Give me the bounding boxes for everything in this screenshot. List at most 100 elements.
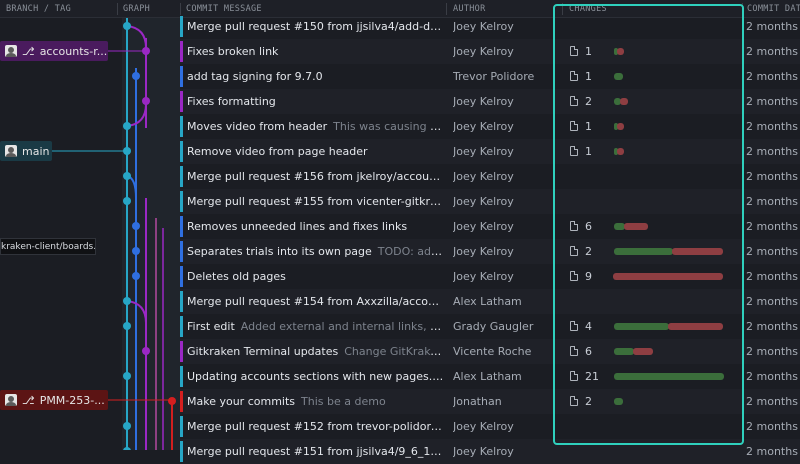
- commit-node: [123, 322, 131, 330]
- table-row[interactable]: Separates trials into its own page TODO: …: [180, 239, 800, 264]
- commit-author: Trevor Polidore: [453, 70, 535, 83]
- commit-date: 2 months a: [746, 245, 800, 258]
- branch-name: main: [22, 144, 50, 158]
- table-row[interactable]: Make your commits This be a demo Jonathan 2…: [180, 389, 800, 414]
- deletions-bar: [617, 123, 624, 130]
- commit-author: Joey Kelroy: [453, 120, 514, 133]
- commit-summary: Deletes old pages: [187, 270, 286, 283]
- commit-author: Joey Kelroy: [453, 145, 514, 158]
- commit-author: Joey Kelroy: [453, 220, 514, 233]
- table-row[interactable]: add tag signing for 9.7.0 Trevor Polidore…: [180, 64, 800, 89]
- changed-file-count: 1: [585, 45, 592, 58]
- file-path-tooltip: kraken-client/boards.md: [0, 238, 96, 255]
- commit-node: [123, 122, 131, 130]
- commit-author: Joey Kelroy: [453, 20, 514, 33]
- commit-author: Joey Kelroy: [453, 170, 514, 183]
- commit-description: This be a demo: [301, 395, 386, 408]
- file-icon: [570, 121, 578, 131]
- additions-bar: [614, 248, 674, 255]
- commit-message-header[interactable]: COMMIT MESSAGE: [186, 4, 262, 14]
- avatar: [5, 145, 17, 157]
- lane-color-bar: [180, 241, 183, 262]
- table-row[interactable]: Moves video from header This was causing …: [180, 114, 800, 139]
- commit-author: Jonathan: [453, 395, 502, 408]
- table-row[interactable]: Fixes formatting Joey Kelroy 2 2 months a: [180, 89, 800, 114]
- commit-node: [142, 97, 150, 105]
- commit-node: [142, 347, 150, 355]
- table-row[interactable]: Merge pull request #155 from vicenter-gi…: [180, 189, 800, 214]
- changes-header[interactable]: CHANGES: [569, 4, 607, 14]
- commit-date: 2 months a: [746, 395, 800, 408]
- table-row[interactable]: Updating accounts sections with new page…: [180, 364, 800, 389]
- table-row[interactable]: Removes unneeded lines and fixes links Jo…: [180, 214, 800, 239]
- branch-label-accounts[interactable]: ⎇ accounts-r...: [0, 41, 108, 61]
- table-row[interactable]: Merge pull request #154 from Axxzilla/ac…: [180, 289, 800, 314]
- branch-name: accounts-r...: [39, 44, 108, 58]
- additions-bar: [614, 373, 724, 380]
- branch-label-pmm[interactable]: ⎇ PMM-253-...: [0, 390, 108, 410]
- additions-bar: [614, 398, 623, 405]
- deletions-bar: [672, 248, 723, 255]
- additions-bar: [614, 73, 623, 80]
- table-row[interactable]: Gitkraken Terminal updates Change GitKrak…: [180, 339, 800, 364]
- pull-request-icon: ⎇: [22, 393, 35, 407]
- changed-file-count: 1: [585, 145, 592, 158]
- graph-background: [122, 18, 180, 450]
- deletions-bar: [668, 323, 723, 330]
- commit-author: Joey Kelroy: [453, 245, 514, 258]
- table-row[interactable]: Merge pull request #152 from trevor-poli…: [180, 414, 800, 439]
- column-divider[interactable]: [117, 3, 118, 15]
- graph-header[interactable]: GRAPH: [123, 4, 150, 14]
- commit-date-header[interactable]: COMMIT DATE: [747, 4, 800, 14]
- commit-author: Joey Kelroy: [453, 420, 514, 433]
- table-row[interactable]: Fixes broken link Joey Kelroy 1 2 months a: [180, 39, 800, 64]
- lane-color-bar: [180, 416, 183, 437]
- commit-summary: Merge pull request #154 from Axxzilla/ac…: [187, 295, 444, 308]
- commit-date: 2 months a: [746, 270, 800, 283]
- avatar: [5, 45, 17, 57]
- commit-message: Remove video from page header: [187, 145, 444, 158]
- commit-summary: Fixes broken link: [187, 45, 279, 58]
- commit-node: [123, 172, 131, 180]
- commit-summary: Merge pull request #151 from jjsilva4/9_…: [187, 445, 444, 458]
- deletions-bar: [619, 98, 629, 105]
- file-icon: [570, 221, 578, 231]
- table-row[interactable]: First edit Added external and internal li…: [180, 314, 800, 339]
- table-row[interactable]: Deletes old pages Joey Kelroy 9 2 months a: [180, 264, 800, 289]
- commit-node: [123, 147, 131, 155]
- commit-date: 2 months a: [746, 370, 800, 383]
- commit-node: [123, 422, 131, 430]
- commit-summary: Gitkraken Terminal updates: [187, 345, 339, 358]
- author-header[interactable]: AUTHOR: [453, 4, 486, 14]
- commit-summary: Merge pull request #155 from vicenter-gi…: [187, 195, 444, 208]
- table-row[interactable]: Remove video from page header Joey Kelroy…: [180, 139, 800, 164]
- lane-color-bar: [180, 441, 183, 462]
- table-row[interactable]: Merge pull request #151 from jjsilva4/9_…: [180, 439, 800, 464]
- branch-label-main[interactable]: main: [0, 141, 52, 161]
- commit-author: Vicente Roche: [453, 345, 532, 358]
- commit-date: 2 months a: [746, 345, 800, 358]
- commit-author: Joey Kelroy: [453, 195, 514, 208]
- lane-color-bar: [180, 291, 183, 312]
- table-row[interactable]: Merge pull request #150 from jjsilva4/ad…: [180, 14, 800, 39]
- commit-message: First edit Added external and internal li…: [187, 320, 444, 333]
- changed-file-count: 4: [585, 320, 592, 333]
- commit-author: Joey Kelroy: [453, 445, 514, 458]
- commit-description: Added external and internal links, colo.…: [240, 320, 444, 333]
- commit-description: TODO: add w...: [377, 245, 444, 258]
- commit-message: Fixes broken link: [187, 45, 444, 58]
- commit-message: Deletes old pages: [187, 270, 444, 283]
- commit-node: [142, 47, 150, 55]
- lane-color-bar: [180, 216, 183, 237]
- changed-file-count: 1: [585, 120, 592, 133]
- commit-node: [132, 222, 140, 230]
- commit-summary: Fixes formatting: [187, 95, 276, 108]
- lane-color-bar: [180, 141, 183, 162]
- commit-date: 2 months a: [746, 445, 800, 458]
- file-icon: [570, 146, 578, 156]
- lane-color-bar: [180, 366, 183, 387]
- commit-date: 2 months a: [746, 420, 800, 433]
- branch-tag-header[interactable]: BRANCH / TAG: [6, 4, 71, 14]
- file-icon: [570, 271, 578, 281]
- table-row[interactable]: Merge pull request #156 from jkelroy/acc…: [180, 164, 800, 189]
